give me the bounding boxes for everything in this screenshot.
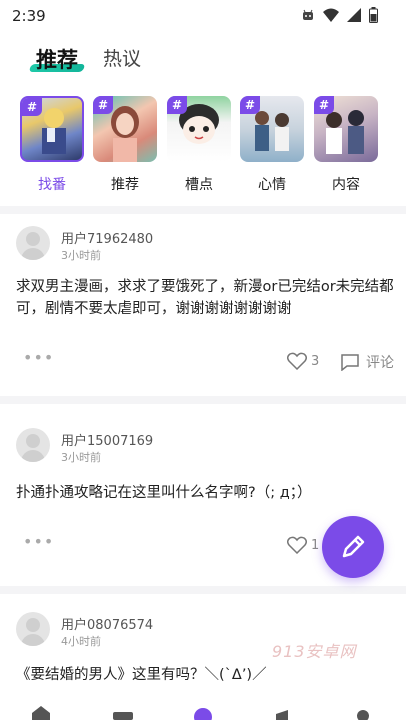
wifi-icon <box>323 8 339 22</box>
category-content[interactable]: # 内容 <box>313 96 379 194</box>
status-icons <box>301 7 378 23</box>
category-thumbnail: # <box>20 96 84 162</box>
center-icon[interactable] <box>192 706 214 720</box>
category-label: 心情 <box>258 177 286 193</box>
category-label: 推荐 <box>111 177 139 193</box>
username[interactable]: 用户71962480 <box>61 228 153 247</box>
category-complaints[interactable]: # 槽点 <box>166 96 232 194</box>
hashtag-badge: # <box>314 96 334 114</box>
category-recommend[interactable]: # 推荐 <box>92 96 158 194</box>
profile-icon[interactable] <box>352 706 374 720</box>
create-post-button[interactable] <box>322 516 384 578</box>
like-button[interactable]: 1 <box>287 536 319 554</box>
category-row: # 找番 # 推荐 # 槽点 # 心情 # 内容 <box>0 96 406 196</box>
tab-recommend[interactable]: 推荐 <box>36 44 78 74</box>
comment-label: 评论 <box>366 355 394 371</box>
post-content[interactable]: 扑通扑通攻略记在这里叫什么名字啊?（; д；） <box>16 482 394 504</box>
section-divider <box>0 206 406 214</box>
post-time: 3小时前 <box>61 249 101 262</box>
category-thumbnail: # <box>314 96 378 162</box>
section-divider <box>0 396 406 404</box>
avatar[interactable] <box>16 226 50 260</box>
comment-icon <box>341 354 359 371</box>
bottom-navigation <box>0 700 406 720</box>
status-time: 2:39 <box>12 7 46 25</box>
username[interactable]: 用户15007169 <box>61 430 153 449</box>
section-divider <box>0 586 406 594</box>
hashtag-badge: # <box>22 98 42 116</box>
category-thumbnail: # <box>93 96 157 162</box>
post-time: 4小时前 <box>61 635 101 648</box>
watermark: 913安卓网 <box>272 642 357 661</box>
pencil-icon <box>342 535 365 558</box>
status-bar: 2:39 <box>0 0 406 32</box>
category-label: 内容 <box>332 177 360 193</box>
category-mood[interactable]: # 心情 <box>239 96 305 194</box>
category-label: 槽点 <box>185 177 213 193</box>
like-count: 1 <box>311 537 320 553</box>
list-icon[interactable] <box>112 706 134 720</box>
tab-hot-discussion[interactable]: 热议 <box>103 44 141 71</box>
like-button[interactable]: 3 <box>287 352 319 370</box>
more-options-icon[interactable]: ••• <box>23 348 54 367</box>
avatar[interactable] <box>16 428 50 462</box>
avatar[interactable] <box>16 612 50 646</box>
top-tabs: 推荐 热议 <box>0 38 406 78</box>
home-icon[interactable] <box>30 706 52 720</box>
more-options-icon[interactable]: ••• <box>23 532 54 551</box>
hashtag-badge: # <box>240 96 260 114</box>
category-thumbnail: # <box>167 96 231 162</box>
hashtag-badge: # <box>167 96 187 114</box>
category-thumbnail: # <box>240 96 304 162</box>
heart-icon <box>287 352 307 370</box>
post-content[interactable]: 《要结婚的男人》这里有吗？＼(`Δ’)／ <box>16 664 394 686</box>
category-label: 找番 <box>38 177 66 193</box>
battery-icon <box>369 7 378 23</box>
heart-icon <box>287 536 307 554</box>
username[interactable]: 用户08076574 <box>61 614 153 633</box>
hashtag-badge: # <box>93 96 113 114</box>
like-count: 3 <box>311 353 320 369</box>
post-content[interactable]: 求双男主漫画，求求了要饿死了，新漫or已完结or未完结都可，剧情不要太虐即可，谢… <box>16 276 394 320</box>
android-notification-icon <box>303 9 313 20</box>
megaphone-icon[interactable] <box>272 706 294 720</box>
category-find-anime[interactable]: # 找番 <box>19 96 85 194</box>
post-time: 3小时前 <box>61 451 101 464</box>
signal-icon <box>347 8 361 22</box>
comment-button[interactable]: 评论 <box>340 352 394 372</box>
